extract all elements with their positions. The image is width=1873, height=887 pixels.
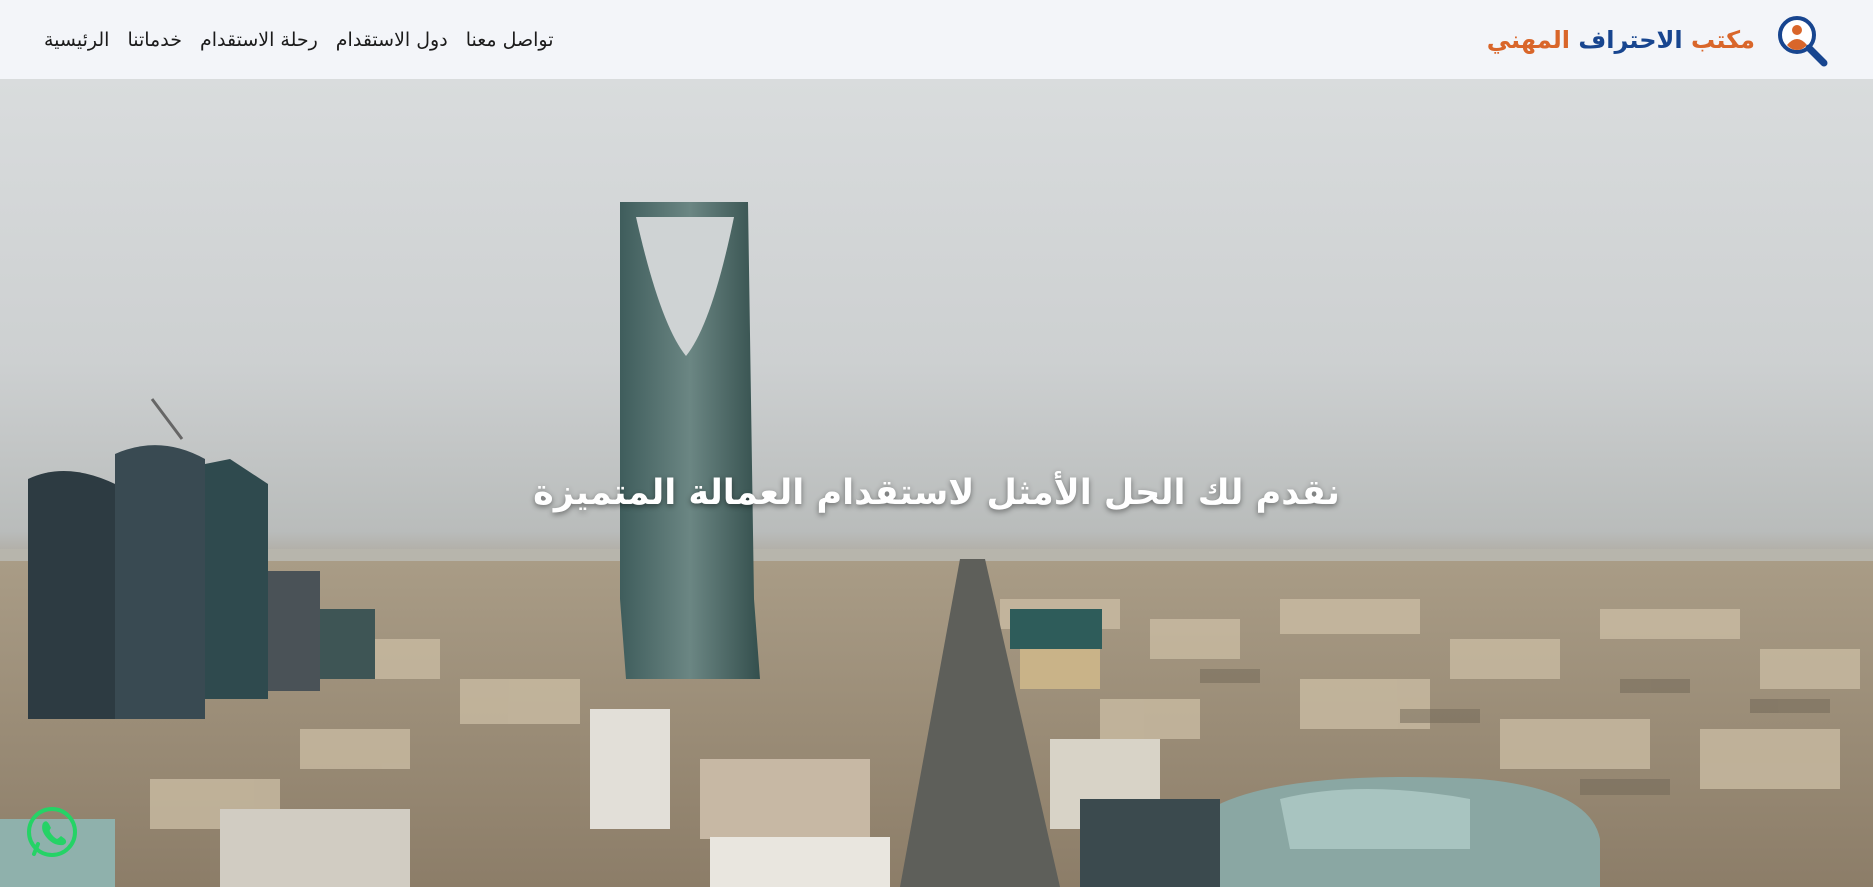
whatsapp-icon[interactable] — [24, 806, 80, 862]
brand-word-1: مكتب — [1690, 25, 1755, 54]
brand-word-3: المهني — [1486, 25, 1571, 54]
search-person-icon[interactable] — [1773, 12, 1829, 68]
main-nav: الرئيسية خدماتنا رحلة الاستقدام دول الاس… — [44, 29, 554, 51]
nav-recruitment-countries[interactable]: دول الاستقدام — [336, 29, 448, 51]
brand-name[interactable]: مكتب الاحتراف المهني — [1487, 26, 1755, 54]
hero-title: نقدم لك الحل الأمثل لاستقدام العمالة الم… — [533, 473, 1340, 513]
nav-contact[interactable]: تواصل معنا — [466, 29, 554, 51]
brand-word-2: الاحتراف — [1578, 25, 1683, 54]
site-header: الرئيسية خدماتنا رحلة الاستقدام دول الاس… — [0, 0, 1873, 79]
nav-home[interactable]: الرئيسية — [44, 29, 109, 51]
nav-services[interactable]: خدماتنا — [127, 29, 182, 51]
brand[interactable]: مكتب الاحتراف المهني — [1487, 12, 1829, 68]
nav-recruitment-journey[interactable]: رحلة الاستقدام — [200, 29, 318, 51]
hero-banner: نقدم لك الحل الأمثل لاستقدام العمالة الم… — [0, 79, 1873, 887]
